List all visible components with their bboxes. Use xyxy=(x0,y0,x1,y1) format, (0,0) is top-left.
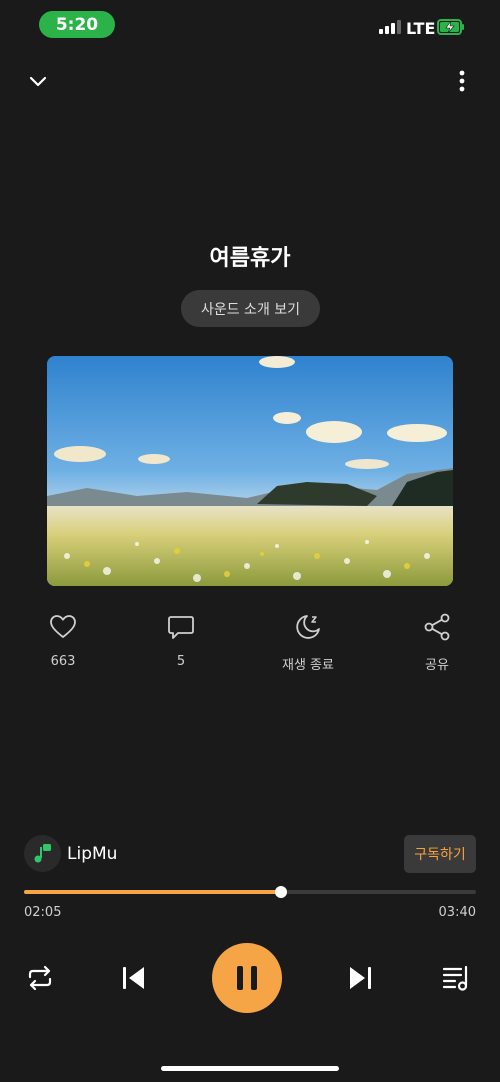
previous-button[interactable] xyxy=(120,964,148,992)
share-icon xyxy=(424,613,450,641)
signal-icon xyxy=(379,20,401,34)
playlist-icon xyxy=(442,965,468,991)
comment-action[interactable]: 5 xyxy=(136,612,226,669)
pause-button[interactable] xyxy=(212,943,282,1013)
track-artwork xyxy=(47,356,453,586)
pause-icon xyxy=(237,966,257,990)
sleep-timer-label: 재생 종료 xyxy=(282,658,334,673)
repeat-button[interactable] xyxy=(24,962,56,994)
subscribe-button[interactable]: 구독하기 xyxy=(404,835,476,873)
previous-icon xyxy=(123,967,144,989)
comment-icon xyxy=(168,616,194,639)
progress-fill xyxy=(24,890,281,894)
like-count: 663 xyxy=(50,654,76,669)
artist-name[interactable]: LipMu xyxy=(67,844,117,864)
chevron-down-icon[interactable] xyxy=(26,69,50,93)
music-note-icon xyxy=(34,843,51,862)
sleep-timer-action[interactable]: 재생 종료 xyxy=(263,612,353,673)
next-icon xyxy=(350,967,371,989)
total-time: 03:40 xyxy=(438,905,476,920)
next-button[interactable] xyxy=(346,964,374,992)
progress-handle[interactable] xyxy=(275,886,287,898)
like-action[interactable]: 663 xyxy=(18,612,108,669)
share-label: 공유 xyxy=(425,658,449,673)
heart-icon xyxy=(50,615,76,638)
more-vertical-icon[interactable] xyxy=(452,68,472,94)
elapsed-time: 02:05 xyxy=(24,905,62,920)
repeat-icon xyxy=(28,965,52,991)
home-indicator xyxy=(161,1066,339,1071)
comment-count: 5 xyxy=(176,654,186,669)
status-time: 5:20 xyxy=(39,11,115,38)
network-type: LTE xyxy=(406,19,436,38)
share-action[interactable]: 공유 xyxy=(392,612,482,673)
playlist-button[interactable] xyxy=(441,962,473,994)
battery-charging-icon xyxy=(437,19,464,35)
sound-intro-button[interactable]: 사운드 소개 보기 xyxy=(181,290,320,327)
avatar[interactable] xyxy=(24,835,61,872)
track-title: 여름휴가 xyxy=(209,246,291,271)
moon-sleep-icon xyxy=(296,615,320,639)
